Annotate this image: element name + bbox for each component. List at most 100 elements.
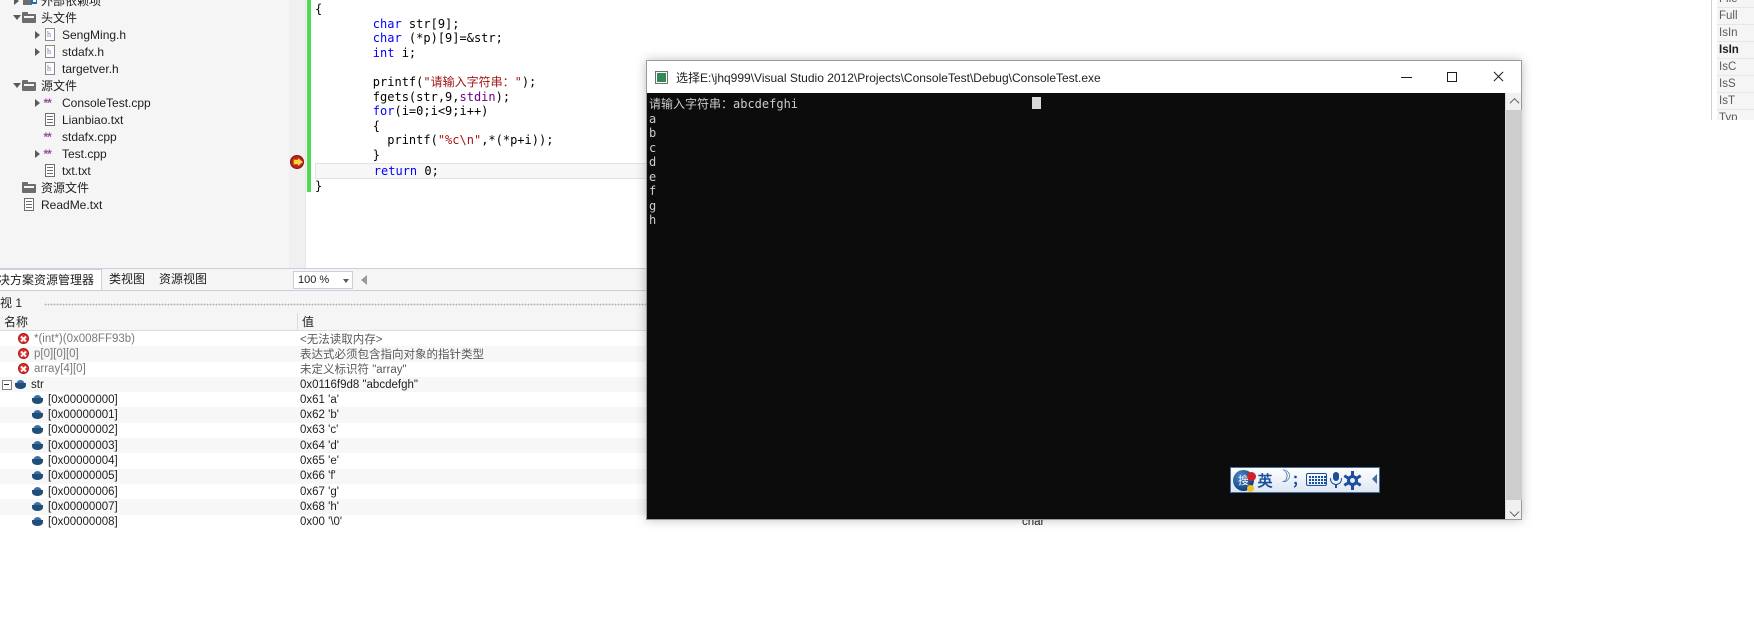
tree-item-Test.cpp[interactable]: ** Test.cpp [0,145,289,162]
tree-item-资源文件[interactable]: 资源文件 [0,179,289,196]
maximize-icon [1447,72,1457,82]
tree-item-ConsoleTest.cpp[interactable]: ** ConsoleTest.cpp [0,94,289,111]
keyboard-key [1324,479,1326,481]
ime-logo-red-dot [1247,471,1256,481]
property-row-Typ[interactable]: Typ [1717,110,1754,120]
watch-cell-name[interactable]: [0x00000006] [0,484,298,499]
property-row-IsIn[interactable]: IsIn [1717,42,1754,59]
tree-item-SengMing.h[interactable]: h SengMing.h [0,26,289,43]
sogou-ime-logo-icon[interactable]: 搜 [1233,469,1256,492]
watch-name-text: [0x00000007] [48,500,118,513]
watch-cell-name[interactable]: [0x00000002] [0,423,298,438]
code-line[interactable]: char str[9]; [315,17,1520,32]
scrollbar-thumb[interactable] [1506,110,1522,500]
keyboard-key [1321,476,1323,478]
watch-tab-title[interactable]: 视 1 [0,294,22,311]
cpp-file-icon: ** [43,95,52,110]
moon-icon[interactable] [1276,467,1292,489]
property-row-IsC[interactable]: IsC [1717,59,1754,76]
watch-cell-name[interactable]: [0x00000003] [0,438,298,453]
ime-language-toolbar[interactable]: 搜 英 ； [1230,467,1380,493]
watch-cell-name[interactable]: p[0][0][0] [0,346,298,361]
twisty-collapsed-icon[interactable] [33,43,42,60]
tree-item-头文件[interactable]: 头文件 [0,9,289,26]
tree-item-stdafx.h[interactable]: h stdafx.h [0,43,289,60]
property-row-IsS[interactable]: IsS [1717,76,1754,93]
watch-name-text: p[0][0][0] [34,347,79,360]
property-row-Full[interactable]: Full [1717,8,1754,25]
text-file-icon [42,112,59,128]
console-vertical-scrollbar[interactable] [1505,93,1522,519]
tree-item-stdafx.cpp[interactable]: ** stdafx.cpp [0,128,289,145]
horizontal-scroll-left-arrow[interactable] [361,275,367,285]
watch-cell-name[interactable]: *(int*)(0x008FF93b) [0,331,298,346]
ime-collapse-arrow[interactable] [1372,474,1377,484]
watch-cell-name[interactable]: [0x00000004] [0,453,298,468]
tree-item-外部依赖项[interactable]: 外部依赖项 [0,0,289,9]
tree-item-label: ConsoleTest.cpp [62,95,151,110]
tree-item-txt.txt[interactable]: txt.txt [0,162,289,179]
se-tab-类视图[interactable]: 类视图 [102,269,152,290]
variable-icon [32,425,44,435]
property-row-IsIn[interactable]: IsIn [1717,25,1754,42]
expander-collapse-icon[interactable] [2,380,12,391]
twisty-collapsed-icon[interactable] [33,26,42,43]
tree-item-源文件[interactable]: 源文件 [0,77,289,94]
watch-cell-name[interactable]: [0x00000008] [0,515,298,530]
watch-cell-name[interactable]: str [0,377,298,392]
column-header-name[interactable]: 名称 [0,313,298,331]
ime-language-mode-button[interactable]: 英 [1254,468,1276,492]
keyboard-key [1312,482,1314,484]
twisty-collapsed-icon[interactable] [12,0,21,9]
scroll-down-arrow[interactable] [1506,502,1522,519]
code-line[interactable]: { [315,2,1520,17]
properties-panel-divider [1711,0,1712,120]
code-line[interactable]: int i; [315,46,1520,61]
twisty-collapsed-icon[interactable] [33,94,42,111]
console-output-text: 请输入字符串：abcdefghi a b c d e f g h [649,97,799,227]
console-window[interactable]: 选择E:\jhq999\Visual Studio 2012\Projects\… [646,60,1522,520]
minimize-button[interactable] [1383,61,1429,93]
watch-name-text: [0x00000004] [48,455,118,468]
watch-cell-name[interactable]: [0x00000007] [0,499,298,514]
watch-name-text: str [31,378,44,391]
se-tab-决方案资源管理器[interactable]: 决方案资源管理器 [0,269,103,290]
watch-name-text: [0x00000006] [48,485,118,498]
property-row-File[interactable]: File [1717,0,1754,8]
properties-panel: FileFullIsInIsInIsCIsSIsTTyp [1717,0,1754,120]
scroll-up-arrow[interactable] [1506,93,1522,110]
twisty-collapsed-icon[interactable] [33,145,42,162]
tree-item-ReadMe.txt[interactable]: ReadMe.txt [0,196,289,213]
solution-explorer-panel: 外部依赖项 头文件 h SengMing.h h stdafx.h h targetver.h… [0,0,289,268]
se-tab-资源视图[interactable]: 资源视图 [152,269,214,290]
keyboard-key [1321,482,1323,484]
punctuation-mode-button[interactable]: ； [1292,468,1306,492]
watch-cell-name[interactable]: [0x00000001] [0,407,298,422]
zoom-level-combobox[interactable]: 100 % [293,271,353,289]
gear-icon[interactable] [1343,470,1362,490]
mic-stem [1335,484,1337,488]
execution-breakpoint-icon[interactable] [290,155,305,170]
watch-cell-name[interactable]: [0x00000000] [0,392,298,407]
folder-icon [21,78,38,94]
tree-item-Lianbiao.txt[interactable]: Lianbiao.txt [0,111,289,128]
console-titlebar[interactable]: 选择E:\jhq999\Visual Studio 2012\Projects\… [647,61,1521,93]
console-output-area[interactable]: 请输入字符串：abcdefghi a b c d e f g h [647,93,1521,519]
watch-cell-name[interactable]: [0x00000005] [0,469,298,484]
code-line[interactable]: char (*p)[9]=&str; [315,31,1520,46]
twisty-expanded-icon[interactable] [12,9,21,26]
solution-explorer-tabstrip: 决方案资源管理器 类视图 资源视图 [0,268,289,290]
microphone-icon[interactable] [1328,471,1344,489]
maximize-button[interactable] [1429,61,1475,93]
twisty-expanded-icon[interactable] [12,77,21,94]
variable-icon [32,440,44,451]
tree-item-label: 源文件 [41,79,78,93]
keyboard-icon[interactable] [1306,473,1328,487]
keyboard-key [1324,476,1326,478]
property-row-IsT[interactable]: IsT [1717,93,1754,110]
tree-item-targetver.h[interactable]: h targetver.h [0,60,289,77]
editor-indicator-margin[interactable] [289,0,306,268]
close-button[interactable] [1475,61,1521,93]
watch-cell-name[interactable]: array[4][0] [0,362,298,377]
